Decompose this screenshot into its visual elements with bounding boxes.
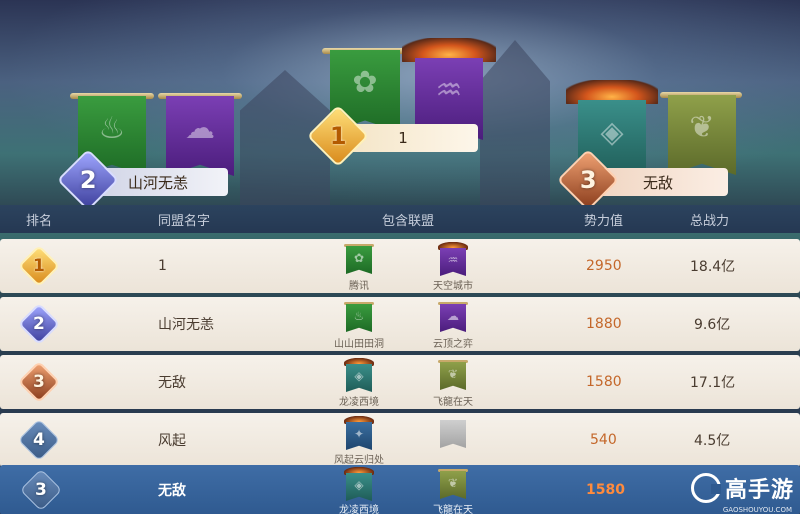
alliance-name: 山河无恙 [158, 317, 214, 333]
alliance-name: 无敌 [158, 483, 186, 499]
alliance-banner-icon: ♨ [346, 304, 372, 332]
watermark-brand: 高手游 [724, 478, 794, 503]
alliance-name: 1 [158, 258, 167, 274]
alliance-banner-icon: ◈ [346, 473, 372, 501]
background-tower [480, 40, 550, 205]
gold-rank-medal-icon: 1 [17, 244, 61, 288]
alliance-banner-icon: ☁ [166, 96, 234, 176]
power-value: 1880 [586, 316, 622, 332]
combat-value: 18.4亿 [690, 259, 736, 275]
alliance-banner-icon: ✿ [346, 246, 372, 274]
alliance-banner-icon: ♒ [440, 248, 466, 276]
silver-rank-medal-icon: 2 [17, 302, 61, 346]
alliance-banner-icon: ❦ [440, 362, 466, 390]
header-rank: 排名 [26, 213, 53, 229]
alliance-banner-icon: ✦ [346, 422, 372, 450]
gaoshouyou-watermark: 高手游 GAOSHOUYOU.COM [690, 472, 794, 514]
member-alliance-name: 飞龍在天 [433, 505, 473, 514]
member-alliance-name: 龙凌西境 [339, 505, 379, 514]
alliance-name: 无敌 [158, 375, 186, 391]
table-row[interactable]: 4 风起 ✦ 风起云归处 540 4.5亿 [0, 413, 800, 467]
header-alliance-name: 同盟名字 [158, 213, 211, 229]
power-value: 1580 [586, 482, 625, 498]
combat-value: 9.6亿 [694, 317, 731, 333]
member-alliance-name: 腾讯 [349, 281, 369, 292]
power-value: 1580 [586, 374, 622, 390]
table-row[interactable]: 1 1 ✿ 腾讯 ♒ 天空城市 2950 18.4亿 [0, 239, 800, 293]
power-value: 2950 [586, 258, 622, 274]
member-alliance-name: 风起云归处 [334, 455, 384, 466]
header-combat: 总战力 [690, 213, 730, 229]
combat-value: 17.1亿 [690, 375, 736, 391]
table-row[interactable]: 3 无敌 ◈ 龙凌西境 ❦ 飞龍在天 1580 17.1亿 [0, 355, 800, 409]
current-alliance-row[interactable]: 3 无敌 ◈ 龙凌西境 ❦ 飞龍在天 1580 [0, 465, 800, 514]
podium-area: ♨ ☁ 山河无恙 2 ✿ ♒ 1 1 ◈ ❦ 无敌 3 [0, 0, 800, 205]
alliance-banner-icon: ❦ [668, 95, 736, 175]
table-row[interactable]: 2 山河无恙 ♨ 山山田田洞 ☁ 云顶之弈 1880 9.6亿 [0, 297, 800, 351]
alliance-banner-icon: ❦ [440, 471, 466, 499]
blue-rank-badge-icon: 4 [17, 418, 61, 462]
combat-value: 4.5亿 [694, 433, 731, 449]
alliance-banner-icon: ☁ [440, 304, 466, 332]
bronze-rank-medal-icon: 3 [17, 360, 61, 404]
header-members: 包含联盟 [382, 213, 435, 229]
ranking-table-header: 排名 同盟名字 包含联盟 势力值 总战力 [0, 205, 800, 233]
blue-rank-badge-icon: 3 [19, 468, 63, 512]
member-alliance-name: 云顶之弈 [433, 339, 473, 350]
empty-banner-slot-icon [440, 420, 466, 448]
member-alliance-name: 天空城市 [433, 281, 473, 292]
gaoshouyou-logo-icon [690, 473, 721, 503]
power-value: 540 [590, 432, 617, 448]
watermark-url: GAOSHOUYOU.COM [722, 506, 792, 514]
alliance-name: 风起 [158, 433, 186, 449]
header-power: 势力值 [584, 213, 624, 229]
member-alliance-name: 山山田田洞 [334, 339, 384, 350]
alliance-banner-icon: ◈ [346, 364, 372, 392]
member-alliance-name: 龙凌西境 [339, 397, 379, 408]
member-alliance-name: 飞龍在天 [433, 397, 473, 408]
